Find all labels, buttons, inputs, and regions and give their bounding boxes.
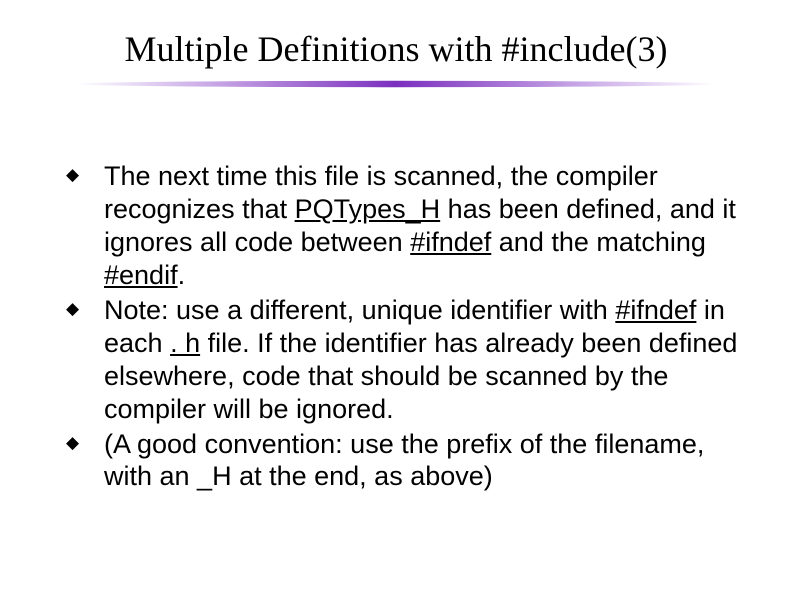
- underlined-term: #endif: [104, 260, 178, 290]
- underlined-term: . h: [170, 328, 200, 358]
- bullet-item: (A good convention: use the prefix of th…: [60, 428, 758, 494]
- bullet-item: Note: use a different, unique identifier…: [60, 294, 758, 426]
- bullet-text: .: [178, 260, 186, 290]
- slide: Multiple Definitions with #include(3) Th…: [0, 0, 792, 612]
- bullet-text: (A good convention: use the prefix of th…: [104, 429, 704, 492]
- bullet-text: file. If the identifier has already been…: [104, 328, 737, 424]
- underlined-term: PQTypes_H: [295, 194, 441, 224]
- bullet-item: The next time this file is scanned, the …: [60, 160, 758, 292]
- underlined-term: #ifndef: [615, 295, 696, 325]
- bullet-list: The next time this file is scanned, the …: [60, 160, 758, 493]
- underlined-term: #ifndef: [410, 227, 491, 257]
- slide-title: Multiple Definitions with #include(3): [0, 28, 792, 70]
- slide-body: The next time this file is scanned, the …: [60, 160, 758, 495]
- bullet-text: and the matching: [491, 227, 706, 257]
- title-underline: [74, 80, 718, 88]
- bullet-text: Note: use a different, unique identifier…: [104, 295, 615, 325]
